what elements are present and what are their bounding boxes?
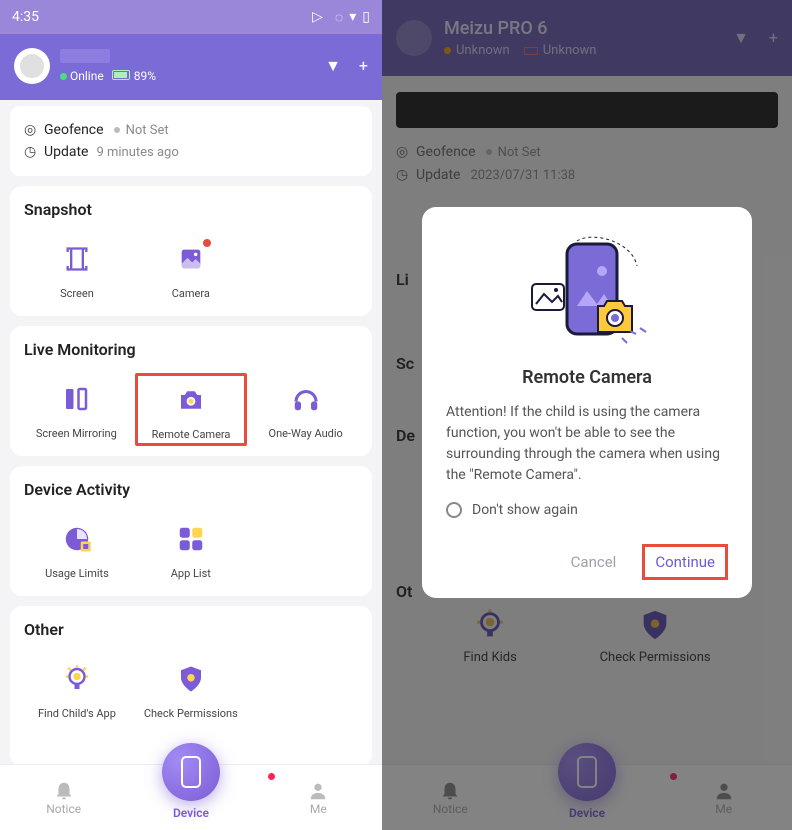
item-label: One-Way Audio — [269, 427, 343, 440]
device-activity-section: Device Activity Usage Limits App List — [10, 466, 372, 596]
circle-icon: ◌ — [335, 9, 343, 26]
shield-icon — [171, 659, 211, 699]
item-label: Remote Camera — [152, 428, 231, 441]
screen-mirroring[interactable]: Screen Mirroring — [20, 373, 133, 446]
status-bar: 4:35 ▷ ◌ ▾ ▯ — [0, 0, 382, 34]
other-section: Other Find Child's App Check Permissions — [10, 606, 372, 766]
app-list-icon — [171, 519, 211, 559]
section-title: Other — [20, 620, 362, 639]
nav-label: Device — [173, 806, 209, 820]
nav-label: Me — [310, 802, 327, 816]
modal-title: Remote Camera — [446, 367, 728, 388]
remote-camera-modal: Remote Camera Attention! If the child is… — [422, 207, 752, 598]
screen-right: Meizu PRO 6 Unknown Unknown ▼ + ◎ Geofen… — [382, 0, 792, 830]
snapshot-section: Snapshot Screen Camera — [10, 186, 372, 316]
snapshot-camera[interactable]: Camera — [134, 233, 248, 306]
person-icon — [307, 780, 329, 802]
bell-icon — [53, 780, 75, 802]
battery-icon: ▯ — [362, 9, 370, 25]
continue-button[interactable]: Continue — [642, 544, 728, 580]
nav-notice[interactable]: Notice — [0, 765, 127, 830]
dropdown-caret-icon[interactable]: ▼ — [325, 56, 341, 76]
snapshot-screen[interactable]: Screen — [20, 233, 134, 306]
usage-limits[interactable]: Usage Limits — [20, 513, 134, 586]
status-time: 4:35 — [12, 9, 39, 25]
device-name-blurred — [60, 49, 110, 63]
clock-icon: ◷ — [24, 144, 44, 160]
item-label: Usage Limits — [45, 567, 109, 580]
nav-label: Notice — [46, 802, 81, 816]
nav-device-button[interactable] — [162, 743, 220, 801]
section-title: Snapshot — [20, 200, 362, 219]
usage-limits-icon — [57, 519, 97, 559]
mirroring-icon — [56, 379, 96, 419]
headphones-icon — [286, 379, 326, 419]
avatar[interactable] — [14, 48, 50, 84]
bulb-icon — [57, 659, 97, 699]
badge-icon — [201, 237, 213, 249]
item-label: Screen — [60, 287, 94, 300]
notification-dot-icon — [268, 773, 275, 780]
cancel-button[interactable]: Cancel — [571, 553, 617, 571]
radio-icon — [446, 502, 462, 518]
check-permissions[interactable]: Check Permissions — [134, 653, 248, 726]
play-icon: ▷ — [312, 9, 323, 25]
geofence-icon: ◎ — [24, 122, 44, 138]
modal-illustration — [446, 231, 728, 351]
nav-device[interactable]: Device — [127, 765, 254, 830]
section-title: Device Activity — [20, 480, 362, 499]
online-status: Online — [60, 69, 104, 83]
camera-polaroid-icon — [171, 239, 211, 279]
item-label: Check Permissions — [144, 707, 238, 720]
item-label: Camera — [172, 287, 210, 300]
battery-status: 89% — [112, 69, 156, 83]
screen-left: 4:35 ▷ ◌ ▾ ▯ Online 89% ▼ + ◎ Geofence N… — [0, 0, 382, 830]
live-monitoring-section: Live Monitoring Screen Mirroring Remote … — [10, 326, 372, 456]
one-way-audio[interactable]: One-Way Audio — [249, 373, 362, 446]
geofence-row[interactable]: ◎ Geofence Not Set — [24, 122, 358, 138]
remote-camera[interactable]: Remote Camera — [135, 373, 248, 446]
dont-show-checkbox[interactable]: Don't show again — [446, 502, 728, 518]
item-label: App List — [171, 567, 211, 580]
dont-show-label: Don't show again — [472, 502, 578, 518]
device-header: Online 89% ▼ + — [0, 34, 382, 100]
add-device-icon[interactable]: + — [359, 56, 368, 76]
modal-body: Attention! If the child is using the cam… — [446, 402, 728, 486]
section-title: Live Monitoring — [20, 340, 362, 359]
update-row[interactable]: ◷ Update 9 minutes ago — [24, 144, 358, 160]
info-card: ◎ Geofence Not Set ◷ Update 9 minutes ag… — [10, 106, 372, 176]
item-label: Screen Mirroring — [36, 427, 117, 440]
find-childs-app[interactable]: Find Child's App — [20, 653, 134, 726]
bottom-nav: Notice Device Me — [0, 764, 382, 830]
screen-icon — [57, 239, 97, 279]
wifi-icon: ▾ — [349, 9, 356, 25]
camera-icon — [171, 380, 211, 420]
app-list[interactable]: App List — [134, 513, 248, 586]
item-label: Find Child's App — [38, 707, 116, 720]
